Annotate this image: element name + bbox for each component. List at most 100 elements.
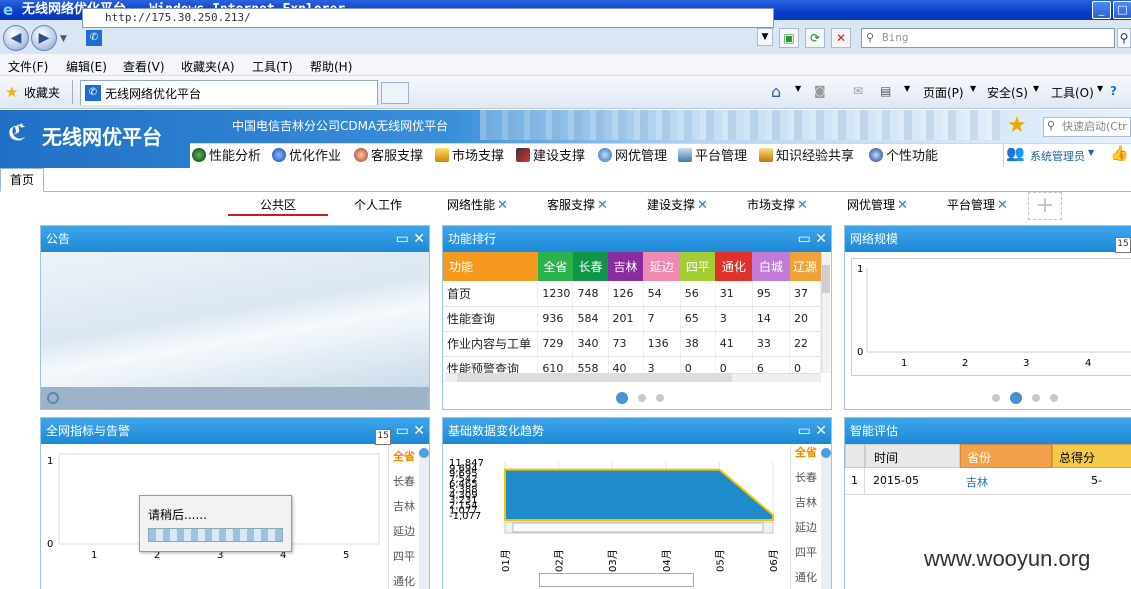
user-dropdown-icon[interactable]: ▼	[1088, 148, 1094, 157]
user-menu[interactable]: 系统管理员	[1030, 148, 1085, 164]
nav-personal[interactable]: 个性功能	[869, 145, 938, 164]
like-icon[interactable]: 👍	[1110, 144, 1129, 162]
tab-personal-work[interactable]: 个人工作	[354, 196, 402, 213]
close-icon[interactable]: ✕	[797, 198, 808, 213]
scrollbar-thumb[interactable]	[822, 265, 830, 293]
city-item[interactable]: 通化	[393, 569, 415, 589]
menu-tools[interactable]: 工具(T)	[252, 58, 293, 75]
city-item[interactable]: 四平	[795, 540, 817, 565]
tab-platform-mgmt[interactable]: 平台管理 ✕	[947, 196, 1008, 213]
page-dropdown-icon[interactable]: ▼	[970, 84, 976, 93]
nav-platform-mgmt[interactable]: 平台管理	[678, 145, 747, 164]
browser-tab[interactable]: 无线网络优化平台	[80, 80, 378, 105]
mail-icon[interactable]: ✉	[853, 84, 863, 98]
nav-knowledge[interactable]: 知识经验共享	[759, 145, 854, 164]
maximize-icon[interactable]: ▭	[798, 231, 811, 247]
close-icon[interactable]: ✕	[815, 423, 827, 439]
city-item[interactable]: 延边	[393, 519, 415, 544]
pager-dot[interactable]	[1050, 394, 1058, 402]
tab-construction[interactable]: 建设支撑 ✕	[647, 196, 708, 213]
print-dropdown-icon[interactable]: ▼	[904, 84, 910, 93]
pager-dot[interactable]	[992, 394, 1000, 402]
close-icon[interactable]: ✕	[997, 198, 1008, 213]
nav-network-mgmt[interactable]: 网优管理	[598, 145, 667, 164]
table-header-cell[interactable]: 白城	[752, 252, 790, 281]
tools-dropdown-icon[interactable]: ▼	[1097, 84, 1103, 93]
city-item[interactable]: 全省	[393, 444, 415, 469]
col-province-header[interactable]: 省份	[960, 444, 1052, 468]
favorite-star-icon[interactable]: ★	[1007, 113, 1027, 138]
table-header-cell[interactable]: 延边	[643, 252, 681, 281]
eval-province-cell[interactable]: 吉林	[966, 474, 988, 490]
minimize-button[interactable]: _	[1092, 1, 1111, 19]
menu-help[interactable]: 帮助(H)	[310, 58, 352, 75]
add-tab-button[interactable]: +	[1028, 192, 1062, 220]
nav-market[interactable]: 市场支撑	[435, 145, 504, 164]
close-icon[interactable]: ✕	[497, 198, 508, 213]
safety-menu[interactable]: 安全(S)	[987, 84, 1028, 101]
table-row[interactable]: 首页 1230 748 126 54 56 31 95 37	[443, 281, 821, 307]
address-input[interactable]: http://175.30.250.213/	[82, 8, 774, 28]
favorites-button[interactable]: 收藏夹	[24, 84, 60, 101]
close-icon[interactable]: ✕	[413, 423, 425, 439]
close-icon[interactable]: ✕	[413, 231, 425, 247]
city-item[interactable]: 长春	[795, 465, 817, 490]
tab-customer-service[interactable]: 客服支撑 ✕	[547, 196, 608, 213]
search-input[interactable]: Bing	[861, 28, 1115, 48]
scrollbar-thumb[interactable]	[457, 374, 732, 382]
city-item[interactable]: 全省	[795, 440, 817, 465]
home-dropdown-icon[interactable]: ▼	[795, 84, 801, 93]
pager-dot[interactable]	[1010, 392, 1022, 404]
city-item[interactable]: 长春	[393, 469, 415, 494]
pager-dot[interactable]	[638, 394, 646, 402]
pager-dot[interactable]	[656, 394, 664, 402]
tab-network-performance[interactable]: 网络性能 ✕	[447, 196, 508, 213]
col-time-header[interactable]: 时间	[865, 444, 960, 468]
stop-icon[interactable]: ✕	[831, 28, 851, 48]
page-menu[interactable]: 页面(P)	[923, 84, 964, 101]
scrollbar-thumb[interactable]	[419, 448, 429, 458]
city-item[interactable]: 吉林	[795, 490, 817, 515]
feeds-icon[interactable]: ◙	[814, 84, 826, 98]
refresh-icon[interactable]: ⟳	[805, 28, 825, 48]
search-icon[interactable]: ⚲	[1117, 28, 1131, 48]
city-scrollbar[interactable]	[419, 448, 429, 589]
forward-button[interactable]: ▶	[31, 25, 57, 51]
horizontal-scrollbar[interactable]	[445, 373, 820, 382]
city-item[interactable]: 四平	[393, 544, 415, 569]
table-header-cell[interactable]: 辽源	[789, 252, 821, 281]
calendar-icon[interactable]: 15	[375, 429, 392, 445]
back-button[interactable]: ◀	[3, 25, 29, 51]
maximize-icon[interactable]: ▭	[396, 231, 409, 247]
tools-menu[interactable]: 工具(O)	[1051, 84, 1094, 101]
nav-customer-service[interactable]: 客服支撑	[354, 145, 423, 164]
maximize-icon[interactable]: ▭	[396, 423, 409, 439]
history-dropdown-icon[interactable]: ▼	[60, 34, 67, 44]
city-item[interactable]: 通化	[795, 565, 817, 589]
table-row[interactable]: 作业内容与工单 729 340 73 136 38 41 33 22	[443, 331, 821, 357]
scrollbar-thumb[interactable]	[821, 448, 831, 458]
close-icon[interactable]: ✕	[815, 231, 827, 247]
calendar-icon[interactable]: 15	[1115, 237, 1131, 253]
city-item[interactable]: 吉林	[393, 494, 415, 519]
tab-market[interactable]: 市场支撑 ✕	[747, 196, 808, 213]
menu-edit[interactable]: 编辑(E)	[66, 58, 107, 75]
table-header-cell[interactable]: 通化	[715, 252, 753, 281]
menu-file[interactable]: 文件(F)	[8, 58, 48, 75]
maximize-icon[interactable]: ▭	[798, 423, 811, 439]
print-icon[interactable]: ▤	[880, 84, 891, 98]
range-scroller-thumb[interactable]	[512, 522, 764, 533]
quick-launch-input[interactable]: 快速启动(Ctr	[1043, 117, 1131, 137]
address-dropdown-icon[interactable]: ▼	[757, 28, 773, 46]
col-score-header[interactable]: 总得分	[1052, 444, 1131, 468]
table-header-cell[interactable]: 长春	[572, 252, 609, 281]
close-icon[interactable]: ✕	[697, 198, 708, 213]
pager-dot[interactable]	[616, 392, 628, 404]
home-icon[interactable]: ⌂	[771, 82, 781, 101]
table-header-cell[interactable]: 功能	[443, 252, 538, 281]
pager-dot[interactable]	[1032, 394, 1040, 402]
maximize-button[interactable]: □	[1113, 1, 1131, 19]
new-tab-button[interactable]	[381, 82, 409, 104]
nav-optimization[interactable]: 优化作业	[272, 145, 341, 164]
close-icon[interactable]: ✕	[897, 198, 908, 213]
